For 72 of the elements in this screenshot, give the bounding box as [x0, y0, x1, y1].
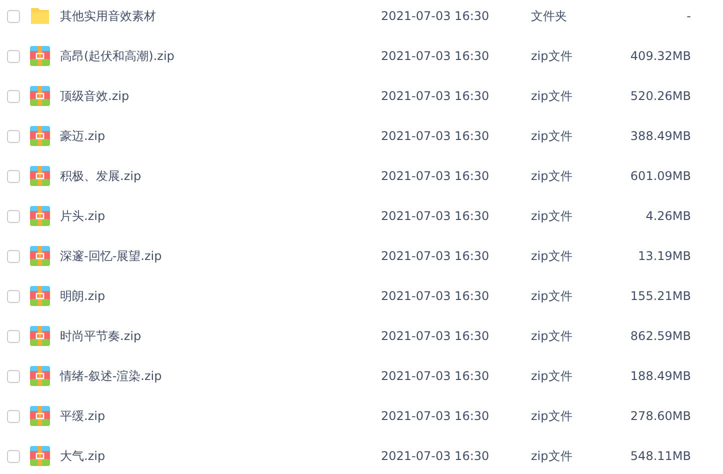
checkbox[interactable] [7, 290, 20, 302]
modified-date: 2021-07-03 16:30 [381, 209, 490, 223]
modified-date: 2021-07-03 16:30 [381, 129, 490, 143]
file-size: 155.21MB [629, 289, 691, 303]
file-type: zip文件 [531, 88, 574, 104]
modified-date: 2021-07-03 16:30 [381, 89, 490, 103]
file-size: - [686, 9, 691, 23]
file-size: 4.26MB [644, 209, 691, 223]
file-type: zip文件 [531, 128, 574, 144]
checkbox[interactable] [7, 50, 20, 62]
file-name[interactable]: 时尚平节奏.zip [60, 328, 381, 344]
checkbox[interactable] [7, 410, 20, 422]
archive-icon [30, 446, 50, 466]
checkbox[interactable] [7, 10, 20, 22]
modified-date: 2021-07-03 16:30 [381, 449, 490, 463]
file-type: zip文件 [531, 288, 574, 304]
file-size: 13.19MB [637, 249, 691, 263]
checkbox[interactable] [7, 250, 20, 262]
checkbox[interactable] [7, 210, 20, 222]
file-name[interactable]: 豪迈.zip [60, 128, 381, 144]
checkbox[interactable] [7, 130, 20, 142]
archive-icon [30, 286, 50, 306]
checkbox[interactable] [7, 450, 20, 462]
file-size: 188.49MB [629, 369, 691, 383]
file-size: 548.11MB [629, 449, 691, 463]
checkbox[interactable] [7, 330, 20, 342]
archive-icon [30, 46, 50, 66]
file-size: 520.26MB [629, 89, 691, 103]
checkbox[interactable] [7, 170, 20, 182]
modified-date: 2021-07-03 16:30 [381, 409, 490, 423]
file-size: 278.60MB [629, 409, 691, 423]
file-type: zip文件 [531, 408, 574, 424]
modified-date: 2021-07-03 16:30 [381, 329, 490, 343]
file-name[interactable]: 其他实用音效素材 [60, 8, 381, 24]
file-size: 862.59MB [629, 329, 691, 343]
file-type: zip文件 [531, 448, 574, 464]
checkbox[interactable] [7, 90, 20, 102]
file-name[interactable]: 明朗.zip [60, 288, 381, 304]
file-name[interactable]: 大气.zip [60, 448, 381, 464]
file-type: 文件夹 [531, 8, 568, 24]
file-size: 409.32MB [629, 49, 691, 63]
file-name[interactable]: 顶级音效.zip [60, 88, 381, 104]
file-type: zip文件 [531, 168, 574, 184]
archive-icon [30, 246, 50, 266]
file-type: zip文件 [531, 48, 574, 64]
file-name[interactable]: 情绪-叙述-渲染.zip [60, 368, 381, 384]
file-name[interactable]: 深邃-回忆-展望.zip [60, 248, 381, 264]
modified-date: 2021-07-03 16:30 [381, 249, 490, 263]
file-type: zip文件 [531, 368, 574, 384]
modified-date: 2021-07-03 16:30 [381, 49, 490, 63]
archive-icon [30, 166, 50, 186]
file-size: 388.49MB [629, 129, 691, 143]
archive-icon [30, 326, 50, 346]
archive-icon [30, 406, 50, 426]
archive-icon [30, 86, 50, 106]
file-size: 601.09MB [629, 169, 691, 183]
modified-date: 2021-07-03 16:30 [381, 9, 490, 23]
file-name[interactable]: 高昂(起伏和高潮).zip [60, 48, 381, 64]
file-type: zip文件 [531, 328, 574, 344]
file-name[interactable]: 片头.zip [60, 208, 381, 224]
modified-date: 2021-07-03 16:30 [381, 169, 490, 183]
modified-date: 2021-07-03 16:30 [381, 289, 490, 303]
modified-date: 2021-07-03 16:30 [381, 369, 490, 383]
file-type: zip文件 [531, 248, 574, 264]
file-type: zip文件 [531, 208, 574, 224]
archive-icon [30, 206, 50, 226]
file-name[interactable]: 积极、发展.zip [60, 168, 381, 184]
folder-icon [30, 7, 50, 25]
archive-icon [30, 126, 50, 146]
checkbox[interactable] [7, 370, 20, 382]
file-name[interactable]: 平缓.zip [60, 408, 381, 424]
archive-icon [30, 366, 50, 386]
